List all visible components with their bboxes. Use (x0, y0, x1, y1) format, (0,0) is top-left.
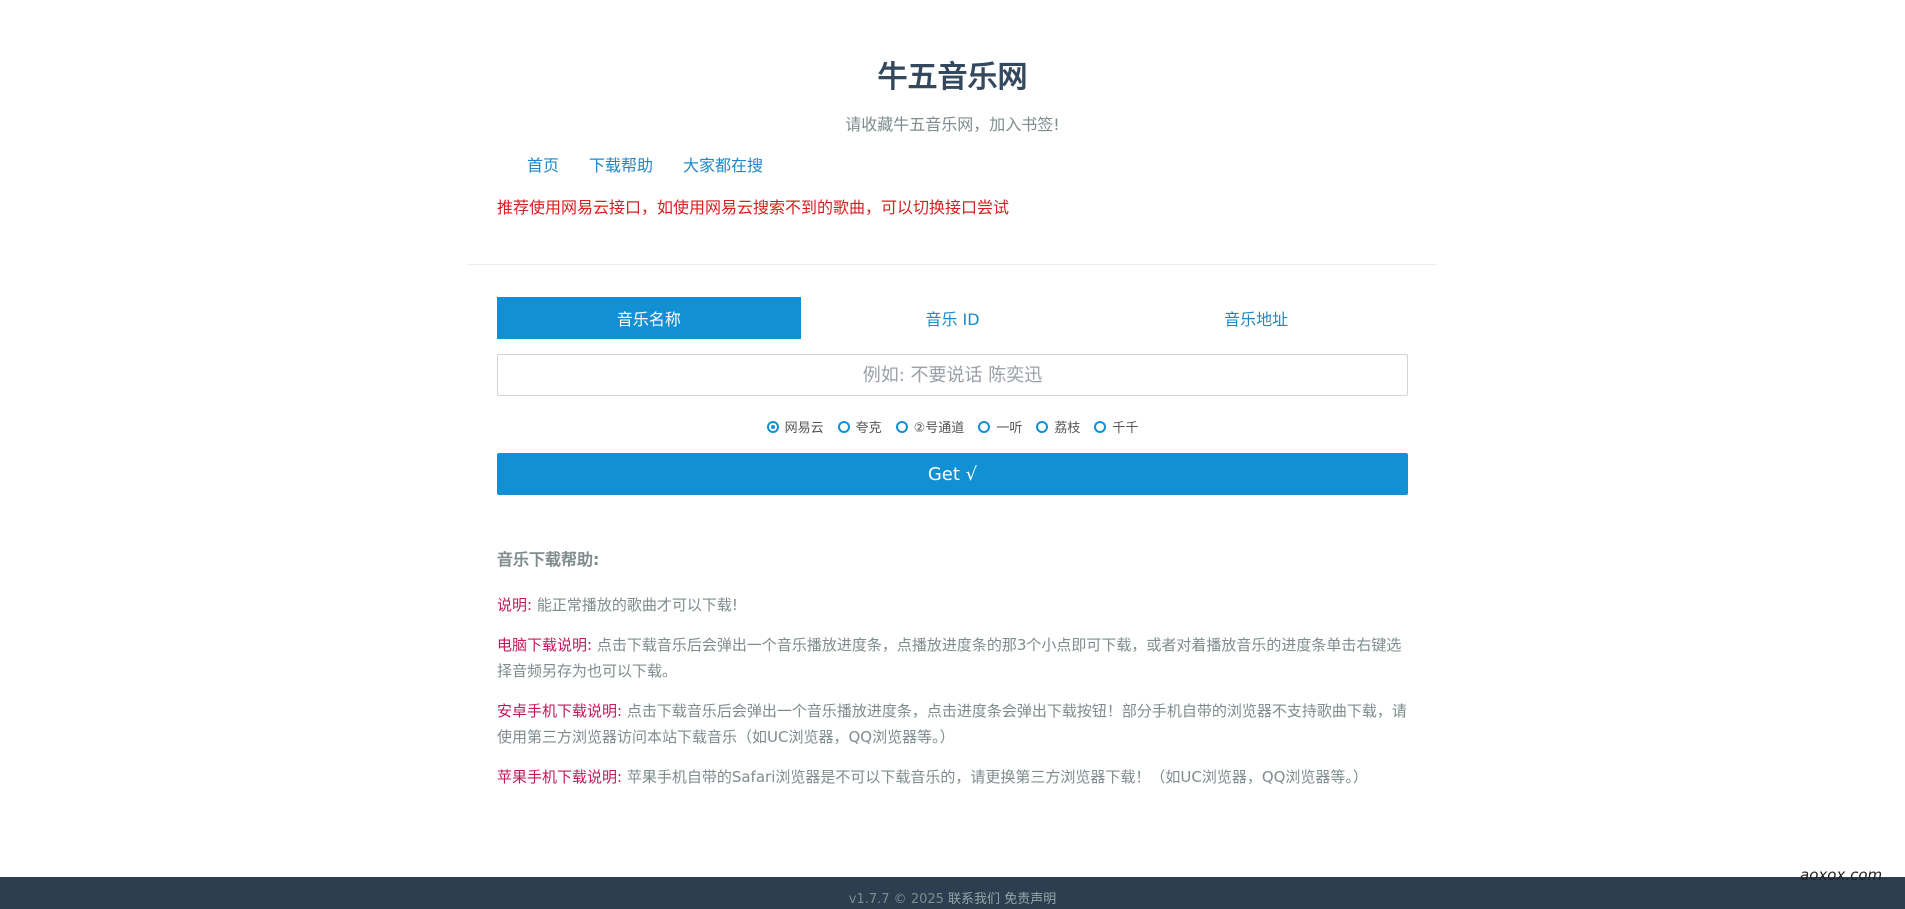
help-item-text: 点击下载音乐后会弹出一个音乐播放进度条，点播放进度条的那3个小点即可下载，或者对… (497, 636, 1402, 680)
help-item-text: 苹果手机自带的Safari浏览器是不可以下载音乐的，请更换第三方浏览器下载！（如… (626, 768, 1368, 786)
radio-unchecked-icon (1036, 420, 1049, 433)
notice-text: 推荐使用网易云接口，如使用网易云搜索不到的歌曲，可以切换接口尝试 (497, 198, 1010, 217)
footer: v1.7.7 © 2025 联系我们 免责声明 (0, 877, 1905, 909)
radio-unchecked-icon (837, 420, 850, 433)
radio-unchecked-icon (978, 420, 991, 433)
tab-music-url[interactable]: 音乐地址 (1104, 297, 1408, 339)
source-radio-lizhi[interactable]: 荔枝 (1036, 417, 1080, 436)
help-item-text: 点击下载音乐后会弹出一个音乐播放进度条，点击进度条会弹出下载按钮！部分手机自带的… (497, 702, 1407, 746)
nav-link-download-help[interactable]: 下载帮助 (589, 152, 653, 176)
site-subtitle: 请收藏牛五音乐网，加入书签! (845, 115, 1060, 134)
source-label: 网易云 (784, 421, 824, 436)
help-item: 说明: 能正常播放的歌曲才可以下载! (497, 592, 1408, 618)
top-nav: 首页 下载帮助 大家都在搜 (527, 152, 763, 176)
source-label: 荔枝 (1054, 421, 1081, 436)
help-item: 苹果手机下载说明: 苹果手机自带的Safari浏览器是不可以下载音乐的，请更换第… (497, 764, 1408, 790)
page: 牛五音乐网 请收藏牛五音乐网，加入书签! 首页 下载帮助 大家都在搜 推荐使用网… (0, 0, 1905, 909)
help-item-label: 苹果手机下载说明: (497, 768, 623, 786)
help-item-label: 电脑下载说明: (497, 636, 593, 654)
help-item: 电脑下载说明: 点击下载音乐后会弹出一个音乐播放进度条，点播放进度条的那3个小点… (497, 632, 1408, 684)
source-label: 千千 (1112, 421, 1139, 436)
source-radio-channel-2[interactable]: ②号通道 (895, 417, 965, 436)
site-title: 牛五音乐网 (877, 60, 1028, 95)
header-divider (467, 264, 1437, 265)
footer-disclaimer-link[interactable]: 免责声明 (1004, 892, 1056, 907)
source-radio-yiting[interactable]: 一听 (978, 417, 1022, 436)
source-radio-qianqian[interactable]: 千千 (1094, 417, 1138, 436)
search-input[interactable] (497, 354, 1408, 396)
footer-contact-link[interactable]: 联系我们 (948, 892, 1000, 907)
radio-unchecked-icon (1094, 420, 1107, 433)
tab-music-id[interactable]: 音乐 ID (801, 297, 1105, 339)
help-item-label: 安卓手机下载说明: (497, 702, 623, 720)
help-title: 音乐下载帮助: (497, 550, 600, 569)
watermark-text: aoxox.com (1800, 866, 1883, 884)
source-radio-quark[interactable]: 夸克 (837, 417, 882, 436)
nav-link-home[interactable]: 首页 (527, 152, 559, 176)
footer-version: v1.7.7 © 2025 (848, 892, 944, 907)
source-label: ②号通道 (913, 421, 965, 436)
radio-unchecked-icon (895, 420, 908, 433)
source-radio-netease[interactable]: 网易云 (766, 417, 824, 436)
help-item: 安卓手机下载说明: 点击下载音乐后会弹出一个音乐播放进度条，点击进度条会弹出下载… (497, 698, 1408, 750)
download-help-section: 音乐下载帮助: 说明: 能正常播放的歌曲才可以下载! 电脑下载说明: 点击下载音… (497, 546, 1408, 804)
help-item-label: 说明: (497, 596, 533, 614)
source-radio-group: 网易云 夸克 ②号通道 一听 荔枝 千千 (0, 417, 1905, 436)
source-label: 夸克 (855, 421, 882, 436)
nav-link-popular-searches[interactable]: 大家都在搜 (683, 152, 763, 176)
get-button[interactable]: Get √ (497, 453, 1408, 495)
radio-checked-icon (766, 420, 779, 433)
search-type-tabs: 音乐名称 音乐 ID 音乐地址 (497, 297, 1408, 339)
tab-music-name[interactable]: 音乐名称 (497, 297, 801, 339)
help-item-text: 能正常播放的歌曲才可以下载! (536, 596, 738, 614)
source-label: 一听 (996, 421, 1023, 436)
